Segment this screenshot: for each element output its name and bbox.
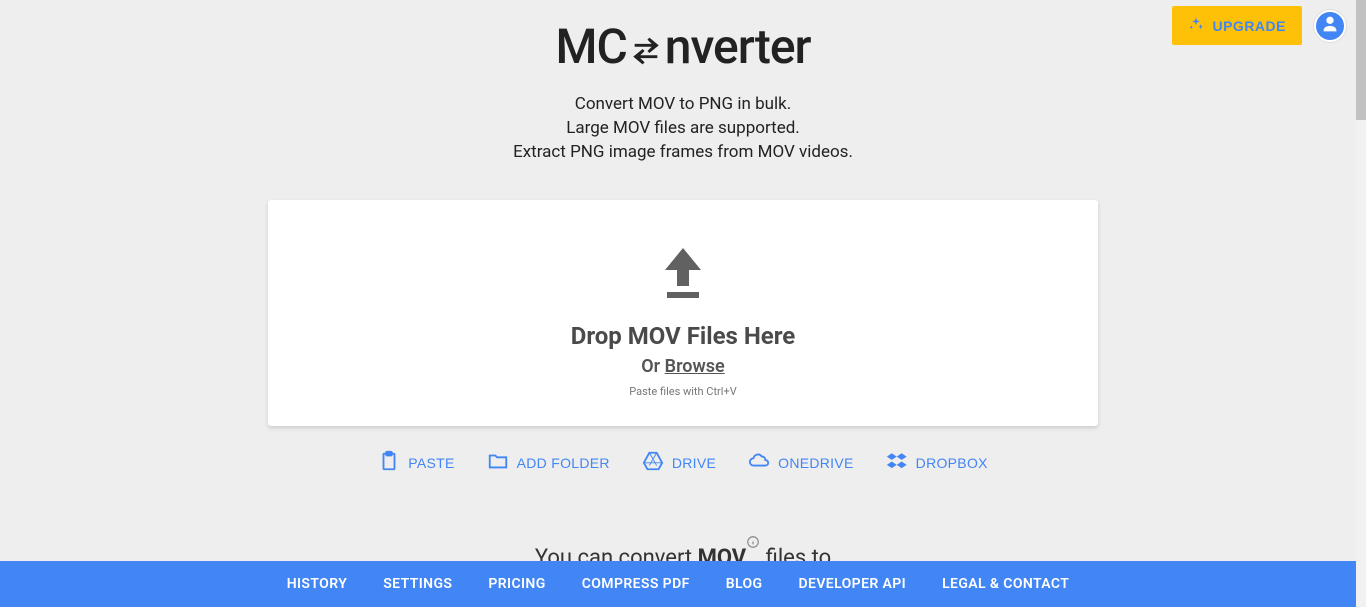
upload-icon: [659, 244, 707, 304]
person-icon: [1319, 13, 1341, 39]
browse-link[interactable]: Browse: [665, 356, 725, 377]
footer-nav: HISTORY SETTINGS PRICING COMPRESS PDF BL…: [0, 561, 1356, 607]
upgrade-label: UPGRADE: [1212, 18, 1286, 34]
footer-history[interactable]: HISTORY: [287, 576, 348, 592]
footer-api[interactable]: DEVELOPER API: [799, 576, 907, 592]
dropzone[interactable]: Drop MOV Files Here Or Browse Paste file…: [268, 200, 1098, 426]
onedrive-icon: [748, 450, 770, 475]
footer-pricing[interactable]: PRICING: [488, 576, 545, 592]
logo: MC nverter: [555, 18, 810, 75]
scrollbar-track[interactable]: [1356, 0, 1366, 607]
subtitle-line3: Extract PNG image frames from MOV videos…: [513, 141, 853, 165]
drop-or: Or Browse: [641, 356, 724, 377]
paste-hint: Paste files with Ctrl+V: [629, 385, 736, 398]
info-icon[interactable]: [746, 541, 760, 562]
drop-title: Drop MOV Files Here: [571, 322, 796, 350]
drive-button[interactable]: DRIVE: [642, 450, 716, 475]
sparkle-icon: [1188, 16, 1204, 35]
logo-text-right: nverter: [665, 18, 811, 75]
footer-compress[interactable]: COMPRESS PDF: [582, 576, 690, 592]
onedrive-button[interactable]: ONEDRIVE: [748, 450, 854, 475]
scrollbar-thumb[interactable]: [1356, 0, 1366, 120]
footer-settings[interactable]: SETTINGS: [383, 576, 452, 592]
account-avatar[interactable]: [1314, 10, 1346, 42]
paste-button[interactable]: PASTE: [378, 450, 454, 475]
subtitle-line1: Convert MOV to PNG in bulk.: [513, 93, 853, 117]
footer-blog[interactable]: BLOG: [726, 576, 763, 592]
upgrade-button[interactable]: UPGRADE: [1172, 6, 1302, 45]
subtitle: Convert MOV to PNG in bulk. Large MOV fi…: [513, 93, 853, 164]
dropbox-icon: [886, 450, 908, 475]
footer-legal[interactable]: LEGAL & CONTACT: [942, 576, 1069, 592]
dropbox-button[interactable]: DROPBOX: [886, 450, 988, 475]
folder-icon: [487, 450, 509, 475]
drive-icon: [642, 450, 664, 475]
add-folder-button[interactable]: ADD FOLDER: [487, 450, 610, 475]
subtitle-line2: Large MOV files are supported.: [513, 117, 853, 141]
clipboard-icon: [378, 450, 400, 475]
swap-icon: [629, 30, 663, 64]
logo-text-left: MC: [555, 18, 626, 75]
